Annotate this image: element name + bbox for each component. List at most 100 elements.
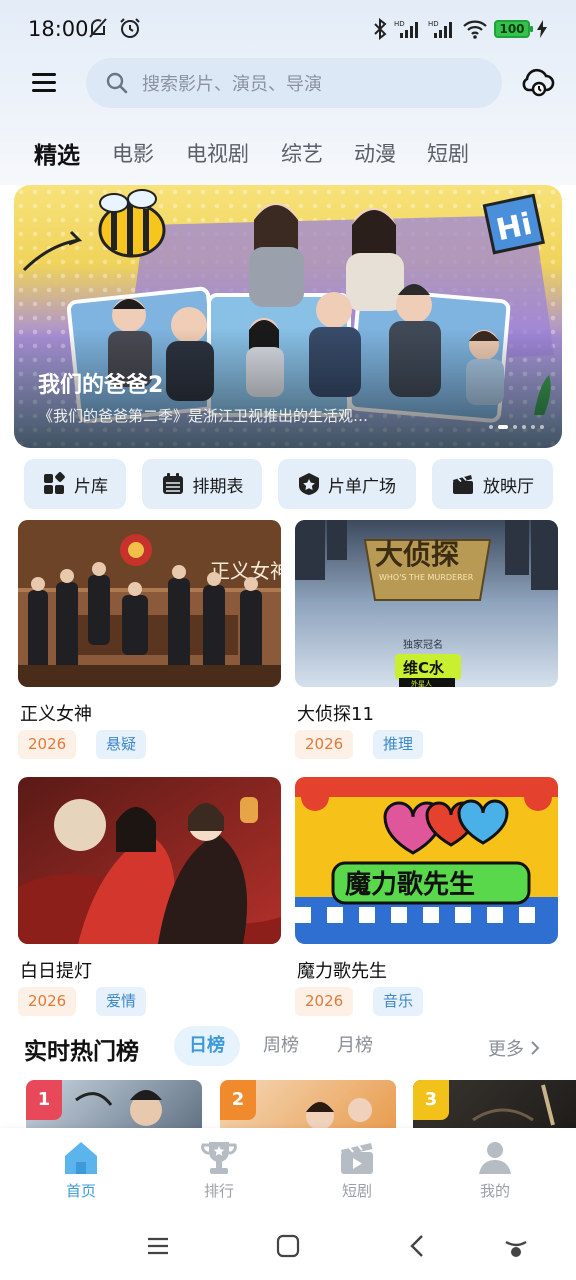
detective-thumb-subtitle: WHO'S THE MURDERER bbox=[379, 573, 474, 582]
nav-ranking[interactable]: 排行 bbox=[174, 1138, 264, 1201]
genre-tag: 推理 bbox=[373, 730, 424, 759]
charging-icon bbox=[537, 20, 547, 38]
calendar-icon bbox=[162, 473, 183, 494]
recents-icon[interactable] bbox=[144, 1232, 172, 1260]
category-tabs: 精选 电影 电视剧 综艺 动漫 短剧 bbox=[0, 130, 576, 176]
nav-profile[interactable]: 我的 bbox=[450, 1138, 540, 1201]
detective-thumb-title: 大侦探 bbox=[375, 538, 459, 571]
alarm-icon bbox=[120, 18, 140, 38]
home-icon bbox=[65, 1142, 97, 1174]
poster-lantern bbox=[18, 777, 281, 944]
banner-title: 我们的爸爸2 bbox=[38, 373, 164, 398]
schedule-button[interactable]: 排期表 bbox=[142, 459, 262, 509]
nav-home[interactable]: 首页 bbox=[36, 1138, 126, 1201]
media-title: 大侦探11 bbox=[297, 704, 374, 725]
banner-pager[interactable] bbox=[489, 425, 544, 429]
tab-tv-series[interactable]: 电视剧 bbox=[186, 138, 249, 168]
nav-home-label: 首页 bbox=[65, 1182, 96, 1200]
menu-icon[interactable] bbox=[30, 70, 58, 96]
tab-daily[interactable]: 日榜 bbox=[174, 1026, 240, 1066]
year-tag: 2026 bbox=[18, 987, 77, 1016]
rank-card[interactable]: 1 bbox=[26, 1080, 202, 1130]
detective-thumb-sponsor-line: 独家冠名 bbox=[403, 638, 443, 651]
home-button-icon[interactable] bbox=[274, 1232, 302, 1260]
media-title: 魔力歌先生 bbox=[297, 961, 387, 982]
rank-number: 1 bbox=[26, 1080, 62, 1120]
genre-tag: 爱情 bbox=[96, 987, 147, 1016]
profile-icon bbox=[479, 1142, 511, 1174]
short-drama-icon bbox=[341, 1143, 373, 1174]
rank-card[interactable]: 3 bbox=[413, 1080, 576, 1130]
chevron-right-icon bbox=[531, 1041, 540, 1055]
wifi-icon bbox=[463, 20, 487, 39]
schedule-label: 排期表 bbox=[192, 476, 244, 497]
detective-thumb-sponsor-small: 外星人 bbox=[411, 679, 432, 687]
year-tag: 2026 bbox=[295, 987, 354, 1016]
media-title: 白日提灯 bbox=[20, 961, 92, 982]
pager-dot bbox=[489, 425, 493, 429]
bottom-navigation: 首页 排行 短剧 我的 bbox=[0, 1128, 576, 1210]
library-icon bbox=[44, 472, 65, 494]
magic-thumb-text: 魔力歌先生 bbox=[345, 870, 475, 900]
tab-short-drama[interactable]: 短剧 bbox=[427, 138, 469, 168]
back-icon[interactable] bbox=[404, 1232, 432, 1260]
pager-dot bbox=[540, 425, 544, 429]
pager-dot-active bbox=[498, 425, 508, 429]
more-button[interactable]: 更多 bbox=[488, 1035, 540, 1061]
nav-short-drama-label: 短剧 bbox=[341, 1182, 372, 1200]
genre-tag: 悬疑 bbox=[96, 730, 147, 759]
poster-magic-singer: 魔力歌先生 bbox=[295, 777, 558, 944]
tab-weekly[interactable]: 周榜 bbox=[248, 1026, 314, 1066]
rank-card[interactable]: 2 bbox=[220, 1080, 396, 1130]
quick-links: 片库 排期表 片单广场 放映厅 bbox=[0, 459, 576, 509]
rank-number: 2 bbox=[220, 1080, 256, 1120]
year-tag: 2026 bbox=[295, 730, 354, 759]
library-button[interactable]: 片库 bbox=[24, 459, 126, 509]
clapperboard-icon bbox=[453, 475, 473, 494]
assistant-icon[interactable] bbox=[502, 1232, 530, 1260]
tab-anime[interactable]: 动漫 bbox=[354, 138, 396, 168]
trophy-icon bbox=[201, 1142, 237, 1174]
pager-dot bbox=[513, 425, 517, 429]
genre-tag: 音乐 bbox=[373, 987, 424, 1016]
tab-featured[interactable]: 精选 bbox=[34, 136, 80, 170]
search-input[interactable]: 搜索影片、演员、导演 bbox=[86, 58, 502, 108]
system-navigation bbox=[0, 1210, 576, 1280]
svg-text:HD: HD bbox=[394, 20, 405, 28]
svg-text:HD: HD bbox=[428, 20, 439, 28]
bluetooth-icon bbox=[374, 18, 387, 40]
playlist-square-label: 片单广场 bbox=[328, 476, 396, 497]
playlist-square-button[interactable]: 片单广场 bbox=[278, 459, 416, 509]
tab-monthly[interactable]: 月榜 bbox=[322, 1026, 388, 1066]
more-label: 更多 bbox=[488, 1039, 524, 1060]
signal-icon-2: HD bbox=[428, 20, 452, 38]
media-title: 正义女神 bbox=[20, 704, 92, 725]
screening-room-label: 放映厅 bbox=[483, 476, 534, 497]
battery-indicator: 100 bbox=[494, 20, 533, 38]
poster-detective: 大侦探 WHO'S THE MURDERER 独家冠名 维C水 外星人 bbox=[295, 520, 558, 687]
cloud-sync-icon[interactable] bbox=[518, 62, 556, 100]
hero-banner[interactable]: Hi 我们的爸爸2 《我们的爸爸第二季》是浙江卫视推出的生活观… bbox=[14, 185, 562, 448]
tab-variety[interactable]: 综艺 bbox=[281, 138, 323, 168]
search-placeholder: 搜索影片、演员、导演 bbox=[142, 74, 322, 95]
poster-justice: 正义女神 bbox=[18, 520, 281, 687]
banner-description: 《我们的爸爸第二季》是浙江卫视推出的生活观… bbox=[38, 407, 369, 425]
svg-text:Hi: Hi bbox=[493, 207, 535, 249]
ranking-title: 实时热门榜 bbox=[24, 1039, 139, 1065]
detective-thumb-sponsor-brand: 维C水 bbox=[403, 659, 445, 677]
pager-dot bbox=[531, 425, 535, 429]
rank-number: 3 bbox=[413, 1080, 449, 1120]
tab-movies[interactable]: 电影 bbox=[112, 138, 154, 168]
library-label: 片库 bbox=[74, 476, 108, 497]
search-icon bbox=[106, 72, 128, 94]
signal-icon: HD bbox=[394, 20, 418, 38]
nav-profile-label: 我的 bbox=[479, 1182, 510, 1200]
mute-icon bbox=[89, 18, 107, 38]
pager-dot bbox=[522, 425, 526, 429]
nav-short-drama[interactable]: 短剧 bbox=[312, 1138, 402, 1201]
status-time: 18:00 bbox=[28, 17, 89, 41]
nav-ranking-label: 排行 bbox=[203, 1182, 234, 1200]
ranking-header: 实时热门榜 日榜 周榜 月榜 更多 bbox=[0, 1024, 576, 1068]
year-tag: 2026 bbox=[18, 730, 77, 759]
screening-room-button[interactable]: 放映厅 bbox=[432, 459, 553, 509]
